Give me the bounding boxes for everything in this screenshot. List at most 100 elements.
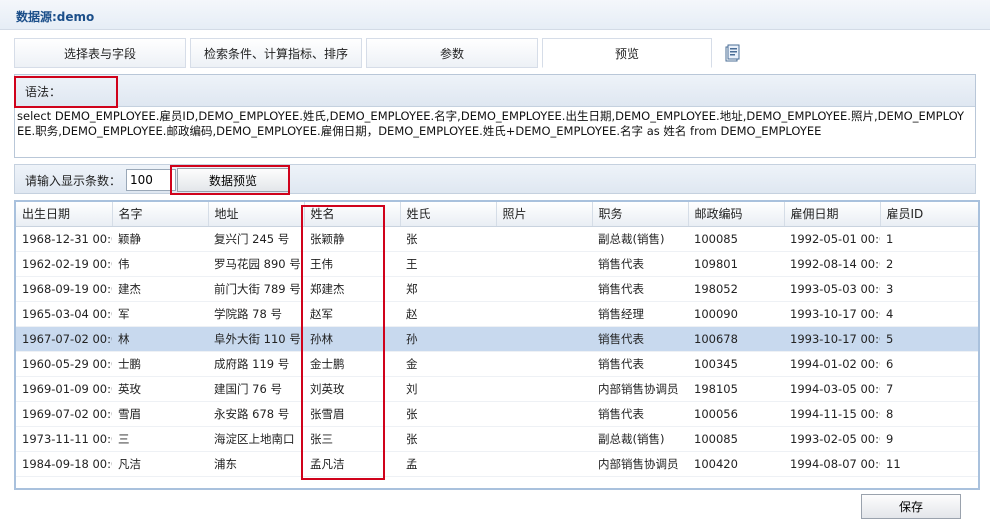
cell-postal-code: 109801 xyxy=(688,251,784,277)
cell-photo xyxy=(496,276,592,302)
export-icon[interactable] xyxy=(724,44,740,62)
cell-photo xyxy=(496,226,592,252)
cell-title: 销售经理 xyxy=(592,301,688,327)
cell-hire-date: 1993-02-05 00:00 xyxy=(784,426,880,452)
table-row[interactable]: 1967-07-02 00:00林阜外大街 110 号孙林孙 销售代表100678… xyxy=(16,326,978,352)
cell-photo xyxy=(496,351,592,377)
cell-birth-date: 1984-09-18 00:00 xyxy=(16,451,112,477)
sql-text[interactable]: select DEMO_EMPLOYEE.雇员ID,DEMO_EMPLOYEE.… xyxy=(15,107,975,139)
col-header-title[interactable]: 职务 xyxy=(592,202,689,227)
cell-full-name: 金士鹏 xyxy=(304,351,400,377)
cell-birth-date: 1967-07-02 00:00 xyxy=(16,326,112,352)
cell-title: 销售代表 xyxy=(592,276,688,302)
col-header-photo[interactable]: 照片 xyxy=(496,202,593,227)
table-row[interactable]: 1968-12-31 00:00颖静复兴门 245 号张颖静张 副总裁(销售)10… xyxy=(16,226,978,252)
cell-employee-id: 6 xyxy=(880,351,978,377)
syntax-label: 语法： xyxy=(25,85,62,99)
cell-hire-date: 1993-10-17 00:00 xyxy=(784,301,880,327)
cell-title: 销售代表 xyxy=(592,251,688,277)
col-header-first-name[interactable]: 名字 xyxy=(112,202,209,227)
cell-hire-date: 1993-10-17 00:00 xyxy=(784,326,880,352)
syntax-header: 语法： xyxy=(15,75,975,107)
table-row[interactable]: 1965-03-04 00:00军学院路 78 号赵军赵 销售经理10009019… xyxy=(16,301,978,327)
row-count-label: 请输入显示条数： xyxy=(25,174,122,188)
cell-birth-date: 1969-01-09 00:00 xyxy=(16,376,112,402)
cell-hire-date: 1994-11-15 00:00 xyxy=(784,401,880,427)
cell-photo xyxy=(496,401,592,427)
cell-postal-code: 100056 xyxy=(688,401,784,427)
cell-employee-id: 2 xyxy=(880,251,978,277)
cell-first-name: 林 xyxy=(112,326,208,352)
cell-full-name: 孙林 xyxy=(304,326,400,352)
cell-first-name: 建杰 xyxy=(112,276,208,302)
cell-title: 内部销售协调员 xyxy=(592,376,688,402)
col-header-postal-code[interactable]: 邮政编码 xyxy=(688,202,785,227)
cell-last-name: 王 xyxy=(400,251,496,277)
cell-hire-date: 1994-01-02 00:00 xyxy=(784,351,880,377)
table-body: 1968-12-31 00:00颖静复兴门 245 号张颖静张副总裁(销售)10… xyxy=(16,226,978,477)
cell-employee-id: 11 xyxy=(880,451,978,477)
cell-title: 销售代表 xyxy=(592,326,688,352)
cell-postal-code: 100420 xyxy=(688,451,784,477)
cell-birth-date: 1962-02-19 00:00 xyxy=(16,251,112,277)
cell-first-name: 英玫 xyxy=(112,376,208,402)
data-table: 出生日期 名字 地址 姓名 姓氏 照片 职务 邮政编码 雇佣日期 雇员ID 19… xyxy=(16,202,978,477)
preview-data-grid: 出生日期 名字 地址 姓名 姓氏 照片 职务 邮政编码 雇佣日期 雇员ID 19… xyxy=(14,200,980,490)
cell-title: 副总裁(销售) xyxy=(592,226,688,252)
col-header-hire-date[interactable]: 雇佣日期 xyxy=(784,202,881,227)
cell-last-name: 孟 xyxy=(400,451,496,477)
table-row[interactable]: 1969-07-02 00:00雪眉永安路 678 号张雪眉张 销售代表10005… xyxy=(16,401,978,427)
col-header-employee-id[interactable]: 雇员ID xyxy=(880,202,978,227)
cell-last-name: 张 xyxy=(400,401,496,427)
col-header-last-name[interactable]: 姓氏 xyxy=(400,202,497,227)
col-header-birth-date[interactable]: 出生日期 xyxy=(16,202,113,227)
cell-photo xyxy=(496,326,592,352)
save-button[interactable]: 保存 xyxy=(861,494,961,519)
cell-postal-code: 100085 xyxy=(688,426,784,452)
cell-postal-code: 100678 xyxy=(688,326,784,352)
table-row[interactable]: 1962-02-19 00:00伟罗马花园 890 号王伟王 销售代表109801… xyxy=(16,251,978,277)
cell-birth-date: 1973-11-11 00:00 xyxy=(16,426,112,452)
table-row[interactable]: 1968-09-19 00:00建杰前门大街 789 号郑建杰郑 销售代表1980… xyxy=(16,276,978,302)
table-row[interactable]: 1973-11-11 00:00三海淀区上地南口张三张 副总裁(销售)100085… xyxy=(16,426,978,452)
cell-birth-date: 1960-05-29 00:00 xyxy=(16,351,112,377)
cell-birth-date: 1968-12-31 00:00 xyxy=(16,226,112,252)
cell-birth-date: 1969-07-02 00:00 xyxy=(16,401,112,427)
table-row[interactable]: 1969-01-09 00:00英玫建国门 76 号刘英玫刘 内部销售协调员198… xyxy=(16,376,978,402)
cell-full-name: 赵军 xyxy=(304,301,400,327)
row-count-input[interactable] xyxy=(126,169,176,191)
col-header-address[interactable]: 地址 xyxy=(208,202,305,227)
cell-full-name: 王伟 xyxy=(304,251,400,277)
table-row[interactable]: 1984-09-18 00:00凡洁浦东孟凡洁孟 内部销售协调员100420199… xyxy=(16,451,978,477)
cell-hire-date: 1994-03-05 00:00 xyxy=(784,376,880,402)
cell-postal-code: 198052 xyxy=(688,276,784,302)
cell-full-name: 刘英玫 xyxy=(304,376,400,402)
cell-first-name: 士鹏 xyxy=(112,351,208,377)
cell-address: 罗马花园 890 号 xyxy=(208,251,304,277)
cell-address: 成府路 119 号 xyxy=(208,351,304,377)
cell-title: 销售代表 xyxy=(592,351,688,377)
tab-select-tables-fields[interactable]: 选择表与字段 xyxy=(14,38,186,68)
cell-title: 内部销售协调员 xyxy=(592,451,688,477)
cell-last-name: 刘 xyxy=(400,376,496,402)
cell-last-name: 张 xyxy=(400,426,496,452)
cell-photo xyxy=(496,376,592,402)
title-bar: 数据源:demo xyxy=(0,0,990,30)
tab-filter-calc-sort[interactable]: 检索条件、计算指标、排序 xyxy=(190,38,362,68)
cell-address: 学院路 78 号 xyxy=(208,301,304,327)
cell-employee-id: 3 xyxy=(880,276,978,302)
tab-bar: 选择表与字段 检索条件、计算指标、排序 参数 预览 xyxy=(14,38,976,68)
header-row: 出生日期 名字 地址 姓名 姓氏 照片 职务 邮政编码 雇佣日期 雇员ID xyxy=(16,202,978,227)
cell-full-name: 张雪眉 xyxy=(304,401,400,427)
cell-first-name: 雪眉 xyxy=(112,401,208,427)
tab-parameters[interactable]: 参数 xyxy=(366,38,538,68)
cell-address: 永安路 678 号 xyxy=(208,401,304,427)
cell-first-name: 三 xyxy=(112,426,208,452)
cell-address: 浦东 xyxy=(208,451,304,477)
tab-preview[interactable]: 预览 xyxy=(542,38,712,68)
cell-last-name: 孙 xyxy=(400,326,496,352)
col-header-full-name[interactable]: 姓名 xyxy=(304,202,401,227)
table-row[interactable]: 1960-05-29 00:00士鹏成府路 119 号金士鹏金 销售代表10034… xyxy=(16,351,978,377)
data-preview-button[interactable]: 数据预览 xyxy=(177,168,289,192)
cell-postal-code: 100085 xyxy=(688,226,784,252)
